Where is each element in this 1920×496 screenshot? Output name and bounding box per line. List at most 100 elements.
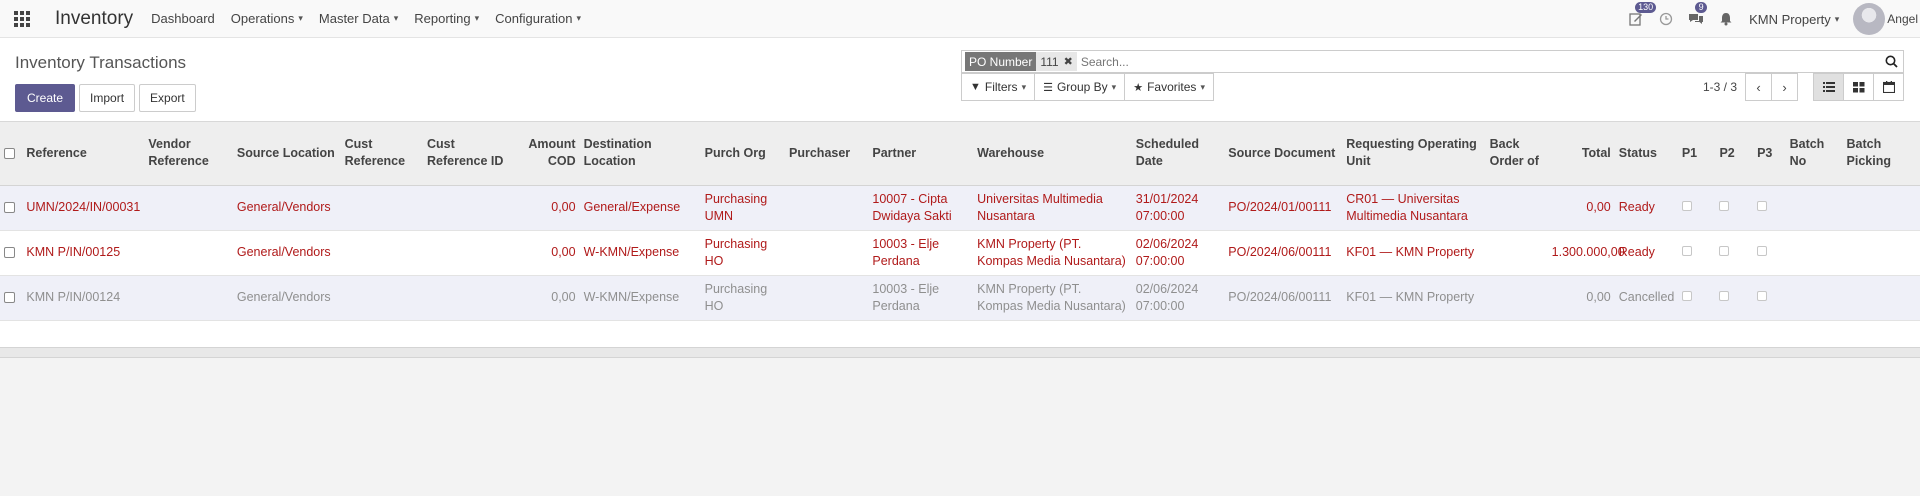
cell-requesting-unit[interactable]: CR01 — Universitas Multimedia Nusantara xyxy=(1342,185,1486,231)
col-partner[interactable]: Partner xyxy=(868,122,974,186)
cell-destination-location[interactable]: W-KMN/Expense xyxy=(579,230,701,276)
cell-batch-picking[interactable] xyxy=(1842,230,1920,276)
col-scheduled-date[interactable]: Scheduled Date xyxy=(1131,122,1225,186)
search-icon[interactable] xyxy=(1879,55,1903,68)
cell-partner[interactable]: 10007 - Cipta Dwidaya Sakti xyxy=(868,185,974,231)
cell-purch-org[interactable]: Purchasing UMN xyxy=(700,185,786,231)
cell-purch-org[interactable]: Purchasing HO xyxy=(700,230,786,276)
list-view-icon[interactable] xyxy=(1813,73,1844,101)
cell-purchaser[interactable] xyxy=(785,230,869,276)
col-back-order-of[interactable]: Back Order of xyxy=(1485,122,1548,186)
cell-amount-cod[interactable]: 0,00 xyxy=(517,185,580,231)
col-p3[interactable]: P3 xyxy=(1753,122,1786,186)
col-vendor-reference[interactable]: Vendor Reference xyxy=(144,122,233,186)
p1-checkbox[interactable] xyxy=(1681,291,1692,301)
apps-menu-icon[interactable] xyxy=(0,0,44,38)
cell-purchaser[interactable] xyxy=(785,275,869,321)
cell-vendor-reference[interactable] xyxy=(144,230,233,276)
col-batch-picking[interactable]: Batch Picking xyxy=(1842,122,1920,186)
cell-p1[interactable] xyxy=(1677,230,1716,276)
cell-p3[interactable] xyxy=(1753,230,1786,276)
cell-p3[interactable] xyxy=(1753,275,1786,321)
cell-total[interactable]: 0,00 xyxy=(1547,185,1615,231)
col-p2[interactable]: P2 xyxy=(1715,122,1754,186)
export-button[interactable]: Export xyxy=(139,84,196,112)
cell-amount-cod[interactable]: 0,00 xyxy=(517,230,580,276)
cell-status[interactable]: Ready xyxy=(1614,185,1678,231)
cell-back-order-of[interactable] xyxy=(1485,185,1548,231)
cell-vendor-reference[interactable] xyxy=(144,185,233,231)
favorites-dropdown[interactable]: ★ Favorites ▾ xyxy=(1124,73,1214,101)
col-warehouse[interactable]: Warehouse xyxy=(973,122,1132,186)
p1-checkbox[interactable] xyxy=(1681,201,1692,211)
cell-batch-no[interactable] xyxy=(1785,275,1843,321)
pager-previous-icon[interactable]: ‹ xyxy=(1745,73,1773,101)
cell-cust-reference[interactable] xyxy=(340,230,423,276)
pager-next-icon[interactable]: › xyxy=(1771,73,1799,101)
checkbox-icon[interactable] xyxy=(4,202,15,214)
cell-cust-reference[interactable] xyxy=(340,275,423,321)
p2-checkbox[interactable] xyxy=(1719,201,1730,211)
col-status[interactable]: Status xyxy=(1614,122,1678,186)
menu-dashboard[interactable]: Dashboard xyxy=(151,11,215,26)
cell-source-document[interactable]: PO/2024/06/00111 xyxy=(1224,230,1343,276)
cell-cust-reference[interactable] xyxy=(340,185,423,231)
cell-total[interactable]: 1.300.000,00 xyxy=(1547,230,1625,276)
cell-partner[interactable]: 10003 - Elje Perdana xyxy=(868,275,974,321)
cell-batch-no[interactable] xyxy=(1785,185,1843,231)
col-cust-reference[interactable]: Cust Reference xyxy=(340,122,423,186)
cell-vendor-reference[interactable] xyxy=(144,275,233,321)
pager-value[interactable]: 1-3 / 3 xyxy=(1703,80,1737,94)
checkbox-icon[interactable] xyxy=(4,292,15,304)
cell-reference[interactable]: KMN P/IN/00124 xyxy=(22,275,145,321)
activity-edit-icon[interactable]: 130 xyxy=(1621,0,1657,38)
menu-operations[interactable]: Operations ▾ xyxy=(231,11,303,26)
cell-warehouse[interactable]: KMN Property (PT. Kompas Media Nusantara… xyxy=(973,230,1132,276)
table-row[interactable]: KMN P/IN/00125 General/Vendors 0,00 W-KM… xyxy=(0,230,1920,276)
col-p1[interactable]: P1 xyxy=(1677,122,1716,186)
col-destination-location[interactable]: Destination Location xyxy=(579,122,701,186)
cell-reference[interactable]: KMN P/IN/00125 xyxy=(22,230,145,276)
p1-checkbox[interactable] xyxy=(1681,246,1692,256)
menu-master-data[interactable]: Master Data ▾ xyxy=(319,11,398,26)
app-brand[interactable]: Inventory xyxy=(55,8,133,30)
close-icon[interactable]: ✖ xyxy=(1064,55,1073,68)
import-button[interactable]: Import xyxy=(79,84,136,112)
cell-requesting-unit[interactable]: KF01 — KMN Property xyxy=(1342,275,1486,321)
cell-p3[interactable] xyxy=(1753,185,1786,231)
bell-icon[interactable] xyxy=(1711,0,1741,38)
cell-cust-reference-id[interactable] xyxy=(423,185,518,231)
cell-reference[interactable]: UMN/2024/IN/00031 xyxy=(22,185,145,231)
cell-source-location[interactable]: General/Vendors xyxy=(232,230,341,276)
cell-p2[interactable] xyxy=(1715,230,1754,276)
row-checkbox[interactable] xyxy=(0,185,23,231)
row-checkbox[interactable] xyxy=(0,275,23,321)
filters-dropdown[interactable]: ▼ Filters ▾ xyxy=(961,73,1036,101)
menu-configuration[interactable]: Configuration ▾ xyxy=(495,11,581,26)
company-switcher[interactable]: KMN Property ▾ xyxy=(1749,12,1839,27)
groupby-dropdown[interactable]: ☰ Group By ▾ xyxy=(1034,73,1126,101)
table-row[interactable]: UMN/2024/IN/00031 General/Vendors 0,00 G… xyxy=(0,185,1920,231)
cell-destination-location[interactable]: W-KMN/Expense xyxy=(579,275,701,321)
clock-icon[interactable] xyxy=(1651,0,1681,38)
cell-amount-cod[interactable]: 0,00 xyxy=(517,275,580,321)
cell-status[interactable]: Cancelled xyxy=(1614,275,1678,321)
select-all-checkbox[interactable] xyxy=(0,122,23,186)
cell-destination-location[interactable]: General/Expense xyxy=(579,185,701,231)
cell-scheduled-date[interactable]: 31/01/2024 07:00:00 xyxy=(1131,185,1225,231)
calendar-view-icon[interactable] xyxy=(1873,73,1904,101)
p2-checkbox[interactable] xyxy=(1719,246,1730,256)
row-checkbox[interactable] xyxy=(0,230,23,276)
cell-purchaser[interactable] xyxy=(785,185,869,231)
p3-checkbox[interactable] xyxy=(1757,291,1768,301)
p2-checkbox[interactable] xyxy=(1719,291,1730,301)
cell-batch-no[interactable] xyxy=(1785,230,1843,276)
search-input[interactable] xyxy=(1080,54,1879,69)
cell-status[interactable]: Ready xyxy=(1614,230,1678,276)
cell-source-location[interactable]: General/Vendors xyxy=(232,275,341,321)
cell-source-document[interactable]: PO/2024/01/00111 xyxy=(1224,185,1343,231)
user-name[interactable]: Angel xyxy=(1887,12,1918,26)
p3-checkbox[interactable] xyxy=(1757,201,1768,211)
cell-total[interactable]: 0,00 xyxy=(1547,275,1615,321)
cell-partner[interactable]: 10003 - Elje Perdana xyxy=(868,230,974,276)
